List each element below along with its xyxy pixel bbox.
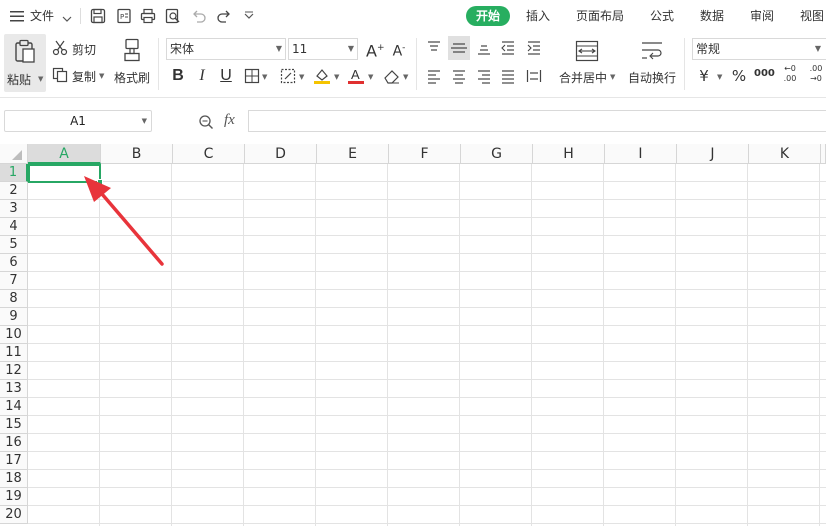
customize-toolbar-icon[interactable] bbox=[243, 10, 255, 22]
decrease-decimal-button[interactable]: .00 →0 bbox=[806, 64, 826, 84]
tab-page-layout[interactable]: 页面布局 bbox=[570, 6, 630, 26]
chevron-down-icon[interactable]: ▼ bbox=[717, 73, 722, 81]
align-right-icon[interactable] bbox=[476, 68, 492, 84]
name-box[interactable]: A1 ▼ bbox=[4, 110, 152, 132]
divider bbox=[80, 8, 81, 24]
tab-home[interactable]: 开始 bbox=[466, 6, 510, 26]
redo-icon[interactable] bbox=[216, 8, 232, 24]
svg-text:P: P bbox=[120, 13, 124, 21]
number-format-select[interactable]: 常规 ▼ bbox=[692, 38, 826, 60]
ribbon: 粘贴 ▼ 剪切 复制 ▼ 格式刷 宋体 ▼ 11 ▼ A+ A- B I U ▼… bbox=[0, 32, 826, 98]
thousands-separator-button[interactable]: 000 bbox=[754, 64, 775, 84]
annotation-arrow-icon bbox=[84, 176, 164, 266]
chevron-down-icon[interactable]: ▼ bbox=[99, 72, 104, 80]
divider bbox=[416, 38, 417, 90]
bold-button[interactable]: B bbox=[170, 66, 186, 86]
paste-icon bbox=[14, 39, 36, 63]
wrap-text-button[interactable]: 自动换行 bbox=[628, 69, 676, 86]
merge-center-icon[interactable] bbox=[575, 40, 599, 62]
align-bottom-icon[interactable] bbox=[476, 40, 492, 56]
chevron-down-icon[interactable]: ▼ bbox=[334, 73, 339, 81]
divider bbox=[158, 38, 159, 90]
cell-style-icon[interactable] bbox=[280, 68, 296, 84]
chevron-down-icon[interactable] bbox=[62, 12, 72, 22]
copy-icon[interactable] bbox=[52, 67, 68, 83]
chevron-down-icon: ▼ bbox=[814, 44, 821, 53]
increase-font-icon[interactable]: A+ bbox=[366, 38, 385, 61]
chevron-down-icon: ▼ bbox=[141, 117, 147, 125]
name-box-value: A1 bbox=[70, 114, 86, 128]
undo-icon[interactable] bbox=[191, 8, 207, 24]
chevron-down-icon: ▼ bbox=[38, 75, 44, 83]
increase-decimal-button[interactable]: ←0 .00 bbox=[780, 64, 800, 84]
borders-icon[interactable] bbox=[244, 68, 260, 84]
save-icon[interactable] bbox=[90, 8, 106, 24]
copy-button[interactable]: 复制 bbox=[72, 68, 96, 85]
format-painter-button[interactable]: 格式刷 bbox=[114, 69, 150, 86]
divider bbox=[684, 38, 685, 90]
formula-input[interactable] bbox=[248, 110, 826, 132]
chevron-down-icon[interactable]: ▼ bbox=[299, 73, 304, 81]
chevron-down-icon: ▼ bbox=[275, 44, 282, 53]
eraser-icon[interactable] bbox=[383, 68, 401, 84]
font-size-value: 11 bbox=[292, 42, 308, 56]
font-name-value: 宋体 bbox=[170, 42, 195, 56]
align-top-icon[interactable] bbox=[426, 40, 442, 56]
chevron-down-icon[interactable]: ▼ bbox=[403, 73, 408, 81]
align-left-icon[interactable] bbox=[426, 68, 442, 84]
chevron-down-icon[interactable]: ▼ bbox=[262, 73, 267, 81]
tab-view[interactable]: 视图 bbox=[792, 6, 826, 26]
underline-button[interactable]: U bbox=[218, 66, 234, 86]
wrap-text-icon[interactable] bbox=[640, 40, 664, 62]
file-menu[interactable]: 文件 bbox=[30, 7, 54, 25]
tab-data[interactable]: 数据 bbox=[692, 6, 732, 26]
justify-icon[interactable] bbox=[500, 68, 516, 84]
menu-bar: 文件 P 开始 插入 页面布局 公式 数据 审阅 视图 bbox=[0, 0, 826, 32]
currency-button[interactable]: ¥ bbox=[697, 66, 711, 86]
fill-color-icon[interactable] bbox=[313, 67, 331, 85]
increase-indent-icon[interactable] bbox=[526, 40, 542, 56]
tab-review[interactable]: 审阅 bbox=[742, 6, 782, 26]
svg-text:A: A bbox=[351, 67, 360, 82]
font-color-icon[interactable]: A bbox=[347, 67, 365, 85]
cut-button[interactable]: 剪切 bbox=[72, 41, 96, 58]
decrease-indent-icon[interactable] bbox=[500, 40, 516, 56]
scissors-icon[interactable] bbox=[52, 40, 68, 56]
formula-bar: A1 ▼ fx bbox=[0, 98, 826, 144]
italic-button[interactable]: I bbox=[194, 66, 210, 86]
paste-label: 粘贴 bbox=[7, 73, 32, 87]
spreadsheet-grid: A B C D E F G H I J K 1 2 3 4 5 6 7 8 9 … bbox=[0, 144, 826, 526]
merge-center-button[interactable]: 合并居中 bbox=[559, 69, 607, 86]
chevron-down-icon: ▼ bbox=[347, 44, 354, 53]
tab-insert[interactable]: 插入 bbox=[518, 6, 558, 26]
decrease-font-icon[interactable]: A- bbox=[390, 38, 408, 62]
align-middle-icon[interactable] bbox=[448, 36, 470, 60]
format-painter-icon[interactable] bbox=[122, 38, 142, 62]
export-pdf-icon[interactable]: P bbox=[116, 8, 132, 24]
chevron-down-icon[interactable]: ▼ bbox=[368, 73, 373, 81]
font-size-select[interactable]: 11 ▼ bbox=[288, 38, 358, 60]
tab-formulas[interactable]: 公式 bbox=[642, 6, 682, 26]
print-icon[interactable] bbox=[140, 8, 156, 24]
distributed-align-icon[interactable] bbox=[526, 68, 542, 84]
font-name-select[interactable]: 宋体 ▼ bbox=[166, 38, 286, 60]
paste-button[interactable]: 粘贴 ▼ bbox=[4, 34, 46, 92]
align-center-icon[interactable] bbox=[451, 68, 467, 84]
number-format-value: 常规 bbox=[696, 42, 721, 56]
function-icon[interactable]: fx bbox=[224, 112, 235, 129]
zoom-search-icon[interactable] bbox=[198, 114, 214, 130]
hamburger-menu-icon[interactable] bbox=[10, 10, 24, 22]
percent-button[interactable]: % bbox=[731, 66, 747, 86]
chevron-down-icon[interactable]: ▼ bbox=[610, 73, 615, 81]
print-preview-icon[interactable] bbox=[165, 8, 181, 24]
